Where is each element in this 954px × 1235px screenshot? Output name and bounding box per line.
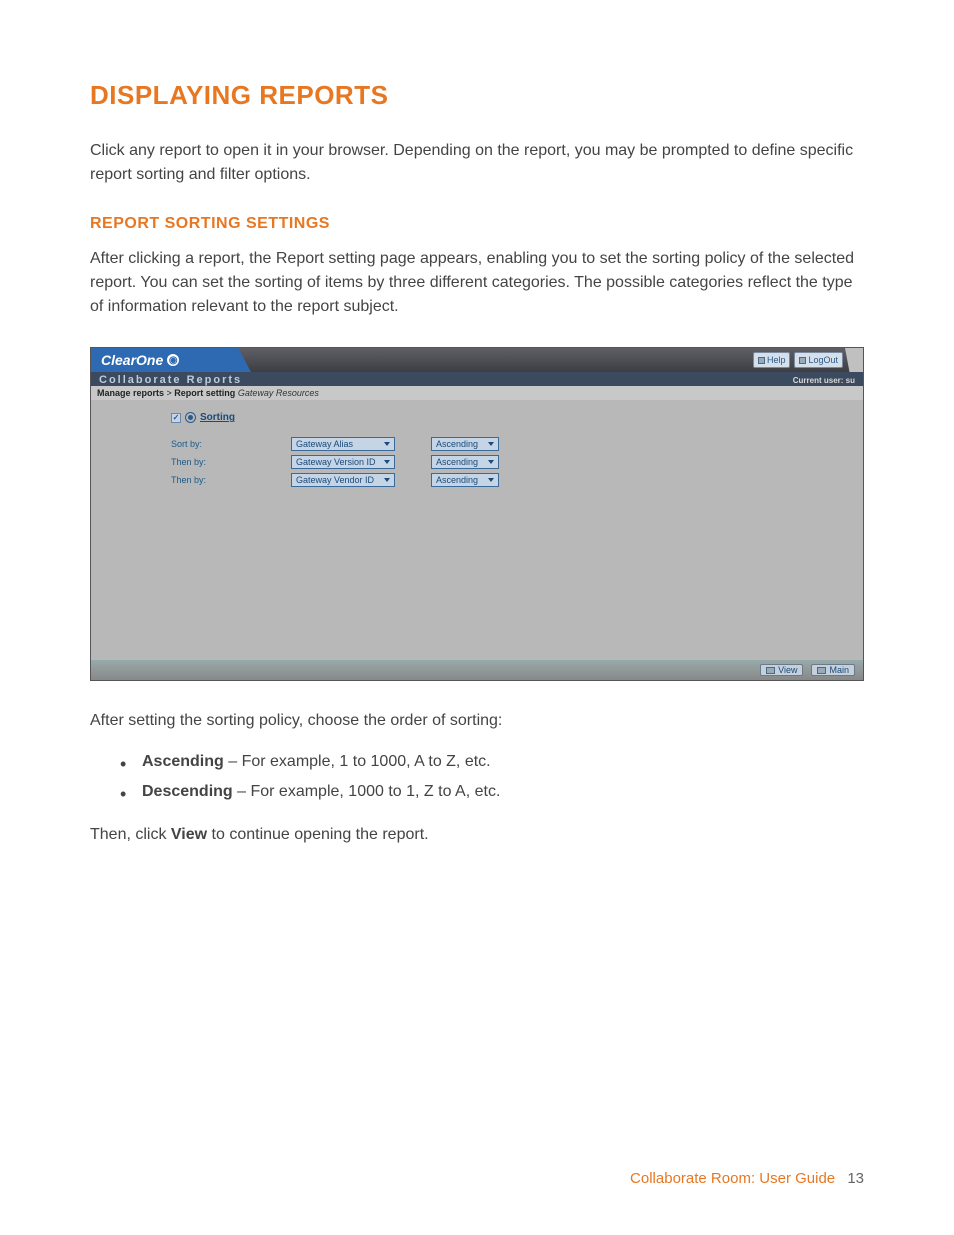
app-subtitle: Collaborate Reports (99, 374, 242, 386)
brand-logo: ClearOne ◉ (91, 348, 251, 372)
sort-row-3: Then by: Gateway Vendor ID Ascending (171, 473, 863, 487)
chevron-down-icon (384, 442, 390, 446)
page-icon (799, 357, 806, 364)
sorting-checkbox[interactable]: ✓ (171, 413, 181, 423)
sorting-radio-icon (185, 412, 196, 423)
chevron-down-icon (488, 460, 494, 464)
section-paragraph: After clicking a report, the Report sett… (90, 247, 864, 319)
chevron-down-icon (384, 478, 390, 482)
breadcrumb: Manage reports > Report setting Gateway … (91, 386, 863, 400)
section-heading: REPORT SORTING SETTINGS (90, 215, 864, 233)
sort-field-select[interactable]: Gateway Alias (291, 437, 395, 451)
sort-label: Sort by: (171, 439, 291, 449)
chevron-down-icon (488, 478, 494, 482)
logout-button[interactable]: LogOut (794, 352, 843, 368)
sorting-panel: ✓ Sorting Sort by: Gateway Alias Ascendi… (91, 400, 863, 660)
after-paragraph: After setting the sorting policy, choose… (90, 709, 864, 733)
current-user-label: Current user: su (793, 376, 855, 385)
sort-label: Then by: (171, 475, 291, 485)
breadcrumb-mid[interactable]: Report setting (174, 388, 235, 398)
page-icon (758, 357, 765, 364)
app-footer-bar: View Main (91, 660, 863, 680)
final-paragraph: Then, click View to continue opening the… (90, 826, 864, 844)
doc-title: Collaborate Room: User Guide (630, 1170, 835, 1187)
sort-row-2: Then by: Gateway Version ID Ascending (171, 455, 863, 469)
app-titlebar: ClearOne ◉ Help LogOut (91, 348, 863, 372)
breadcrumb-root[interactable]: Manage reports (97, 388, 164, 398)
help-button[interactable]: Help (753, 352, 791, 368)
sort-row-1: Sort by: Gateway Alias Ascending (171, 437, 863, 451)
main-button[interactable]: Main (811, 664, 855, 676)
view-button[interactable]: View (760, 664, 803, 676)
button-icon (766, 667, 775, 674)
brand-text: ClearOne (101, 352, 163, 368)
app-subtitle-bar: Collaborate Reports Current user: su (91, 372, 863, 386)
sort-field-select[interactable]: Gateway Vendor ID (291, 473, 395, 487)
sorting-header: ✓ Sorting (171, 412, 863, 423)
button-icon (817, 667, 826, 674)
page-footer: Collaborate Room: User Guide 13 (630, 1170, 864, 1187)
page-title: DISPLAYING REPORTS (90, 80, 864, 111)
sort-order-select[interactable]: Ascending (431, 473, 499, 487)
sort-order-select[interactable]: Ascending (431, 437, 499, 451)
sort-field-select[interactable]: Gateway Version ID (291, 455, 395, 469)
breadcrumb-leaf: Gateway Resources (238, 388, 319, 398)
page-number: 13 (847, 1170, 864, 1187)
app-screenshot: ClearOne ◉ Help LogOut Collaborate Repor… (90, 347, 864, 681)
edit-corner-icon (845, 348, 863, 372)
sorting-label: Sorting (200, 412, 235, 423)
chevron-down-icon (384, 460, 390, 464)
order-list: Ascending – For example, 1 to 1000, A to… (120, 747, 864, 808)
globe-icon: ◉ (167, 354, 179, 366)
list-item: Ascending – For example, 1 to 1000, A to… (120, 747, 864, 777)
sort-order-select[interactable]: Ascending (431, 455, 499, 469)
list-item: Descending – For example, 1000 to 1, Z t… (120, 777, 864, 807)
intro-paragraph: Click any report to open it in your brow… (90, 139, 864, 187)
sort-label: Then by: (171, 457, 291, 467)
chevron-down-icon (488, 442, 494, 446)
